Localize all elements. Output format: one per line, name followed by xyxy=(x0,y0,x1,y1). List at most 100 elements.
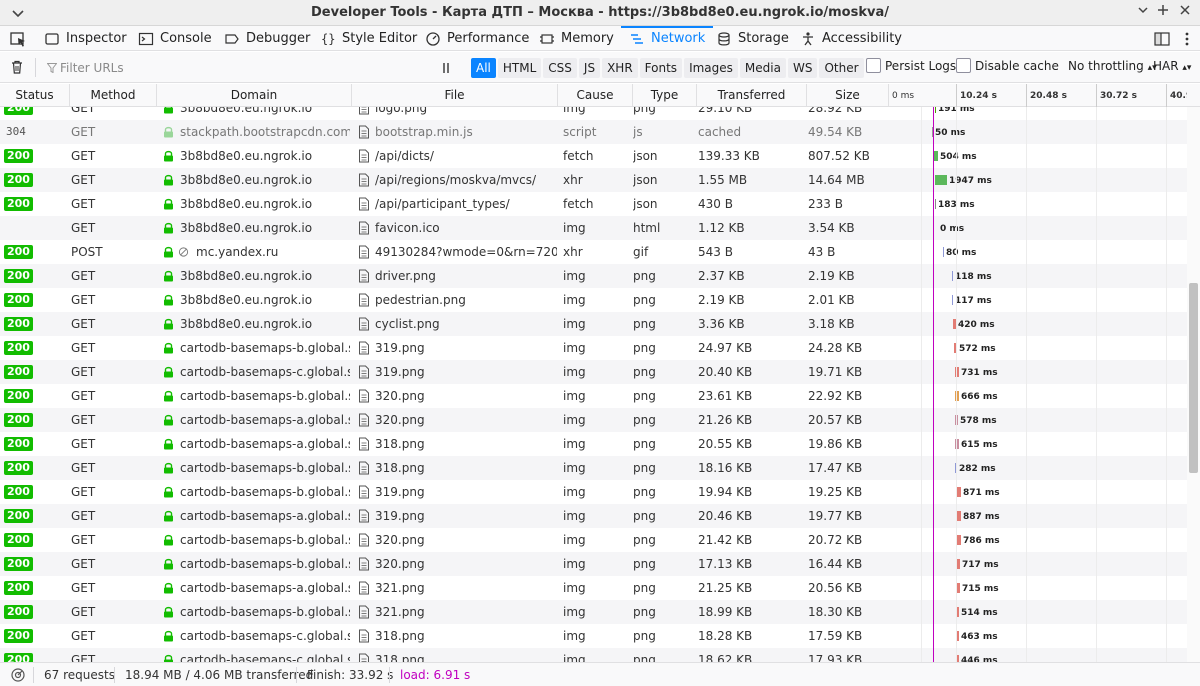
element-picker-icon[interactable] xyxy=(9,30,27,48)
request-row[interactable]: 200 GET cartodb-basemaps-b.global.ssl.… 320… xyxy=(0,552,1187,576)
request-row[interactable]: 200 GET 3b8bd8e0.eu.ngrok.io driver.png img p… xyxy=(0,264,1187,288)
request-duration: 50 ms xyxy=(935,128,966,138)
request-row[interactable]: 200 GET cartodb-basemaps-b.global.ssl.… 320… xyxy=(0,528,1187,552)
request-row[interactable]: 200 GET cartodb-basemaps-a.global.ssl.… 321… xyxy=(0,576,1187,600)
tab-storage[interactable]: Storage xyxy=(716,26,789,51)
request-cause: xhr xyxy=(563,173,583,187)
request-row[interactable]: 200 GET cartodb-basemaps-c.global.ssl.… 319… xyxy=(0,360,1187,384)
tab-network[interactable]: Network xyxy=(620,26,714,51)
checkbox-box[interactable] xyxy=(956,58,971,73)
disable-cache-checkbox[interactable]: Disable cache xyxy=(956,58,1059,73)
persist-logs-checkbox[interactable]: Persist Logs xyxy=(866,58,956,73)
request-row[interactable]: 200 GET cartodb-basemaps-b.global.ssl.… 320… xyxy=(0,384,1187,408)
request-cause: img xyxy=(563,653,586,662)
tab-label: Inspector xyxy=(66,31,127,46)
tab-label: Console xyxy=(160,31,212,46)
filter-media-button[interactable]: Media xyxy=(739,58,786,78)
divider xyxy=(296,667,297,683)
request-file: /api/participant_types/ xyxy=(375,197,510,211)
request-domain: 3b8bd8e0.eu.ngrok.io xyxy=(180,173,313,187)
filter-css-button[interactable]: CSS xyxy=(543,58,577,78)
status-badge: 200 xyxy=(4,269,33,283)
tab-inspector[interactable]: Inspector xyxy=(44,26,127,51)
status-badge: 200 xyxy=(4,581,33,595)
request-row[interactable]: 200 GET 3b8bd8e0.eu.ngrok.io/api/regions/m… xyxy=(0,168,1187,192)
request-row[interactable]: 200 GET cartodb-basemaps-b.global.ssl.… 319… xyxy=(0,480,1187,504)
request-row[interactable]: 200 GET cartodb-basemaps-a.global.ssl.… 319… xyxy=(0,504,1187,528)
performance-analysis-icon[interactable] xyxy=(10,667,26,683)
request-cause: img xyxy=(563,509,586,523)
more-options-icon[interactable] xyxy=(1178,30,1196,48)
file-icon xyxy=(359,293,369,307)
lock-icon xyxy=(164,462,173,474)
request-row[interactable]: GET 3b8bd8e0.eu.ngrok.io favicon.ico img htm… xyxy=(0,216,1187,240)
request-file: 321.png xyxy=(375,605,425,619)
file-icon xyxy=(359,461,369,475)
scrollbar-thumb[interactable] xyxy=(1189,283,1198,473)
filter-urls-input[interactable] xyxy=(44,58,424,78)
checkbox-box[interactable] xyxy=(866,58,881,73)
request-size: 20.57 KB xyxy=(808,413,863,427)
request-row[interactable]: 304 GET stackpath.bootstrapcdn.com bootstra… xyxy=(0,120,1187,144)
filter-all-button[interactable]: All xyxy=(471,58,496,78)
request-row[interactable]: 200 GET cartodb-basemaps-a.global.ssl.… 318… xyxy=(0,432,1187,456)
file-icon xyxy=(359,653,369,662)
request-row[interactable]: 200 GET cartodb-basemaps-c.global.ssl.… 318… xyxy=(0,624,1187,648)
filter-xhr-button[interactable]: XHR xyxy=(602,58,638,78)
status-badge: 200 xyxy=(4,245,33,259)
tab-accessibility[interactable]: Accessibility xyxy=(800,26,902,51)
request-method: GET xyxy=(71,413,96,427)
tab-memory[interactable]: Memory xyxy=(539,26,614,51)
tab-performance[interactable]: Performance xyxy=(425,26,529,51)
pause-icon[interactable] xyxy=(438,60,454,76)
filter-html-button[interactable]: HTML xyxy=(497,58,542,78)
request-duration: 572 ms xyxy=(959,344,996,354)
database-icon xyxy=(718,31,730,45)
minimize-button[interactable] xyxy=(1134,4,1152,22)
request-method: GET xyxy=(71,173,96,187)
tab-console[interactable]: Console xyxy=(138,26,212,51)
request-row[interactable]: 200 GET 3b8bd8e0.eu.ngrok.io cyclist.png img… xyxy=(0,312,1187,336)
filter-images-button[interactable]: Images xyxy=(684,58,738,78)
request-row[interactable]: 200 GET cartodb-basemaps-a.global.ssl.… 320… xyxy=(0,408,1187,432)
request-duration: 615 ms xyxy=(961,440,998,450)
tab-style-editor[interactable]: {} Style Editor xyxy=(320,26,417,51)
request-method: GET xyxy=(71,509,96,523)
trash-icon[interactable] xyxy=(9,59,25,75)
request-transferred: 29.10 KB xyxy=(698,107,753,115)
request-domain: cartodb-basemaps-b.global.ssl.… xyxy=(180,533,350,547)
file-icon xyxy=(359,365,369,379)
request-duration: 715 ms xyxy=(962,584,999,594)
request-file: favicon.ico xyxy=(375,221,440,235)
request-transferred: 543 B xyxy=(698,245,733,259)
request-row[interactable]: 200 GET 3b8bd8e0.eu.ngrok.io/api/participa… xyxy=(0,192,1187,216)
request-rows-viewport: 200 GET 3b8bd8e0.eu.ngrok.io logo.png img png… xyxy=(0,107,1187,662)
filter-other-button[interactable]: Other xyxy=(819,58,864,78)
tab-label: Storage xyxy=(738,31,789,46)
filter-js-button[interactable]: JS xyxy=(578,58,601,78)
filter-ws-button[interactable]: WS xyxy=(787,58,818,78)
request-row[interactable]: 200 GET 3b8bd8e0.eu.ngrok.io logo.png img png… xyxy=(0,107,1187,120)
request-row[interactable]: 200 GET cartodb-basemaps-b.global.ssl.… 318… xyxy=(0,456,1187,480)
request-row[interactable]: 200 GET 3b8bd8e0.eu.ngrok.io pedestrian.png… xyxy=(0,288,1187,312)
close-button[interactable] xyxy=(1176,4,1194,22)
request-transferred: 18.99 KB xyxy=(698,605,753,619)
request-duration: 666 ms xyxy=(961,392,998,402)
tab-label: Memory xyxy=(561,31,614,46)
tab-debugger[interactable]: Debugger xyxy=(224,26,310,51)
request-domain: cartodb-basemaps-c.global.ssl.… xyxy=(180,653,350,662)
har-menu-button[interactable]: HAR ▴▾ xyxy=(1153,59,1191,73)
throttling-select[interactable]: No throttling ▴▾ xyxy=(1068,59,1157,73)
request-type: png xyxy=(633,653,656,662)
request-type: json xyxy=(633,197,658,211)
maximize-button[interactable] xyxy=(1154,4,1172,22)
request-size: 19.25 KB xyxy=(808,485,863,499)
request-row[interactable]: 200 GET cartodb-basemaps-b.global.ssl.… 321… xyxy=(0,600,1187,624)
request-row[interactable]: 200 GET cartodb-basemaps-c.global.ssl.… 318… xyxy=(0,648,1187,662)
filter-fonts-button[interactable]: Fonts xyxy=(639,58,683,78)
request-row[interactable]: 200 POST mc.yandex.ru 49130284?wmode=0&rn=7… xyxy=(0,240,1187,264)
request-transferred: 20.40 KB xyxy=(698,365,753,379)
request-row[interactable]: 200 GET cartodb-basemaps-b.global.ssl.… 319… xyxy=(0,336,1187,360)
dock-icon[interactable] xyxy=(1153,30,1171,48)
request-row[interactable]: 200 GET 3b8bd8e0.eu.ngrok.io/api/dicts/fet… xyxy=(0,144,1187,168)
